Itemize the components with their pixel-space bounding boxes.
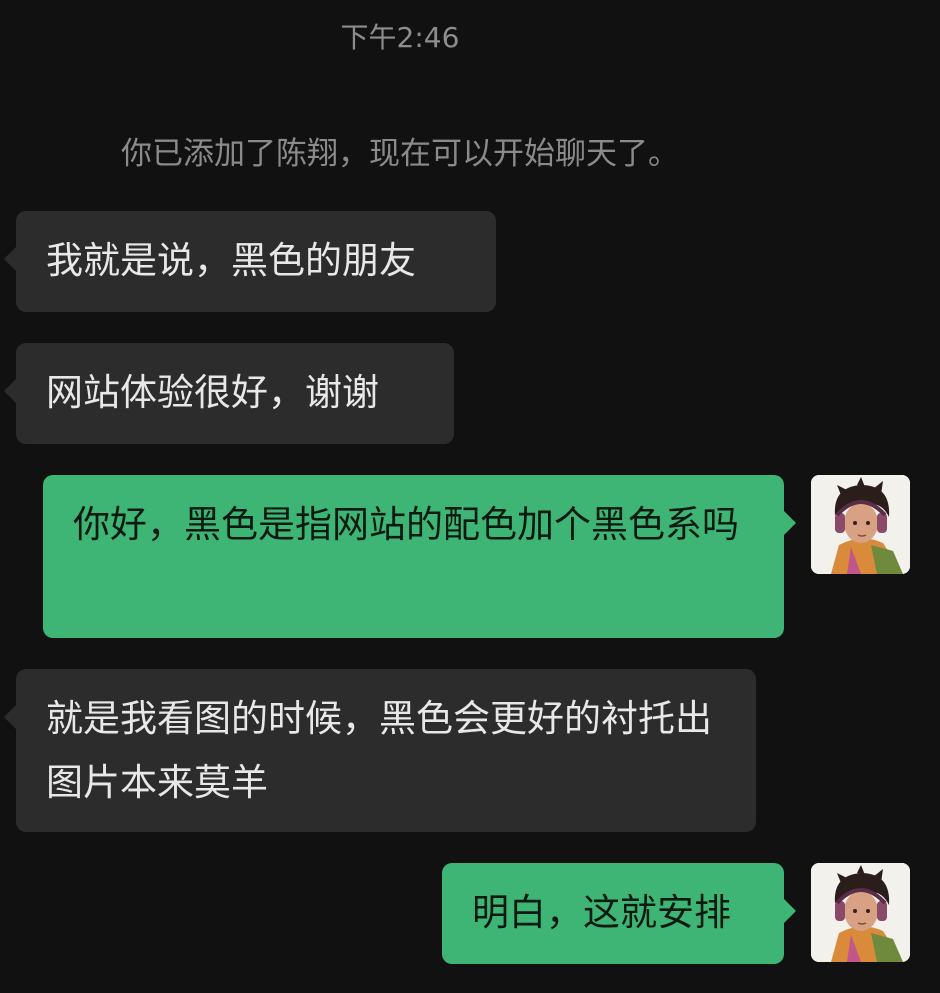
message-bubble-incoming[interactable]: 网站体验很好，谢谢 [4,343,454,444]
avatar-anime-boy-headphones-icon [811,475,910,574]
avatar-anime-boy-headphones-icon [811,863,910,962]
message-bubble-incoming[interactable]: 就是我看图的时候，黑色会更好的衬托出图片本来莫羊 [4,669,756,832]
chat-timestamp: 下午2:46 [340,21,460,54]
message-bubble-outgoing[interactable]: 你好，黑色是指网站的配色加个黑色系吗 [43,475,796,638]
system-notice: 你已添加了陈翔，现在可以开始聊天了。 [121,136,679,172]
message-bubble-incoming[interactable]: 我就是说，黑色的朋友 [4,211,496,312]
self-avatar[interactable] [811,475,910,574]
message-bubble-outgoing[interactable]: 明白，这就安排 [442,863,796,964]
self-avatar[interactable] [811,863,910,962]
